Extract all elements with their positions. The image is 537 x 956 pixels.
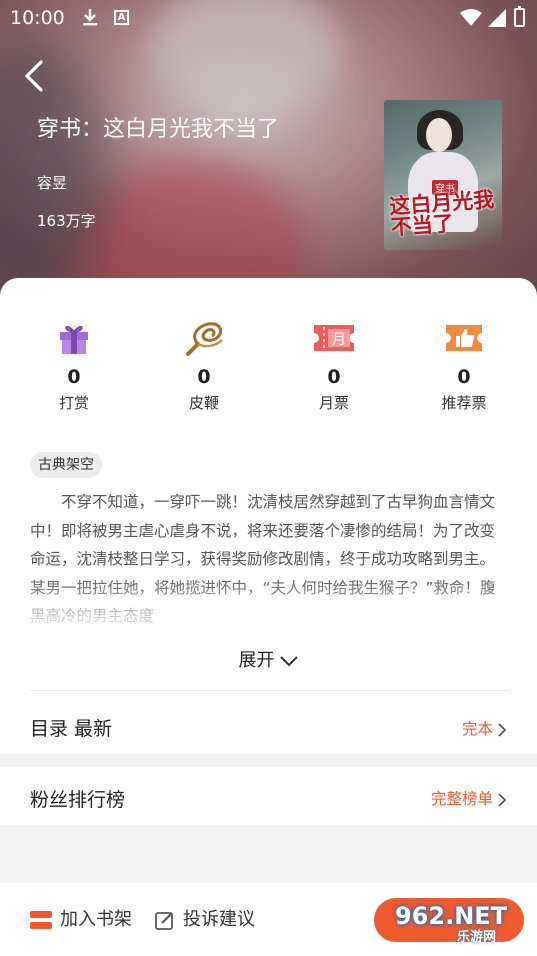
stat-reward[interactable]: 0 打赏 [29, 318, 119, 413]
add-to-shelf-button[interactable]: 加入书架 [30, 905, 132, 931]
description-fade [0, 576, 537, 636]
gift-icon [60, 325, 88, 354]
download-icon [83, 9, 97, 26]
fans-ranking-label: 粉丝排行榜 [30, 789, 126, 811]
stat-label: 月票 [318, 394, 349, 412]
book-cover[interactable]: 穿书 这白月光我不当了 [384, 100, 502, 250]
stat-monthly-ticket[interactable]: 月 0 月票 [289, 318, 379, 413]
chevron-down-icon [279, 656, 298, 667]
book-word-count: 163万字 [37, 212, 96, 230]
stat-count: 0 [197, 366, 211, 388]
chevron-right-icon [498, 722, 507, 737]
battery-icon [514, 6, 525, 27]
add-to-shelf-label: 加入书架 [60, 909, 132, 930]
book-author[interactable]: 容昱 [37, 172, 67, 193]
stat-whip[interactable]: 0 皮鞭 [159, 318, 249, 413]
edit-icon [155, 912, 173, 930]
stat-count: 0 [67, 366, 81, 388]
stat-label: 皮鞭 [188, 394, 219, 412]
stat-label: 打赏 [58, 394, 89, 412]
catalog-label: 目录 最新 [30, 718, 113, 740]
genre-tag[interactable]: 古典架空 [30, 452, 102, 478]
watermark-logo: 962.NET 乐游网 [395, 902, 507, 945]
divider [30, 690, 510, 691]
ticket-month-glyph: 月 [332, 332, 346, 348]
expand-button[interactable]: 展开 [0, 646, 537, 672]
stat-label: 推荐票 [441, 394, 487, 412]
monthly-ticket-icon: 月 [314, 325, 354, 351]
expand-label: 展开 [238, 650, 275, 671]
chevron-right-icon [498, 792, 507, 807]
status-time: 10:00 [10, 7, 65, 29]
catalog-status: 完本 [462, 717, 507, 739]
book-detail-card: 0 打赏 0 皮鞭 月 0 月票 0 推荐票 古典架空 不穿不知道，一穿吓一跳！… [0, 278, 537, 754]
catalog-status-text: 完本 [461, 720, 493, 738]
stat-count: 0 [457, 366, 471, 388]
stat-count: 0 [327, 366, 341, 388]
notification-a-icon: A [114, 10, 129, 25]
fans-ranking-link-text: 完整榜单 [430, 790, 493, 808]
feedback-button[interactable]: 投诉建议 [155, 905, 255, 931]
fans-ranking-row[interactable]: 粉丝排行榜 完整榜单 [0, 767, 537, 825]
feedback-label: 投诉建议 [183, 909, 255, 930]
book-title: 穿书：这白月光我不当了 [37, 117, 280, 142]
fans-ranking-link: 完整榜单 [431, 787, 507, 809]
back-arrow-icon[interactable] [20, 58, 50, 94]
thumbs-up-ticket-icon [446, 325, 482, 351]
wifi-icon [460, 9, 482, 26]
catalog-row[interactable]: 目录 最新 完本 [0, 692, 537, 754]
cover-title-art: 这白月光我不当了 [388, 186, 496, 240]
whip-icon [186, 322, 223, 356]
stat-recommend-ticket[interactable]: 0 推荐票 [419, 318, 509, 413]
bookshelf-icon [30, 911, 52, 929]
status-bar: 10:00 A [0, 0, 537, 36]
signal-icon [488, 9, 506, 27]
